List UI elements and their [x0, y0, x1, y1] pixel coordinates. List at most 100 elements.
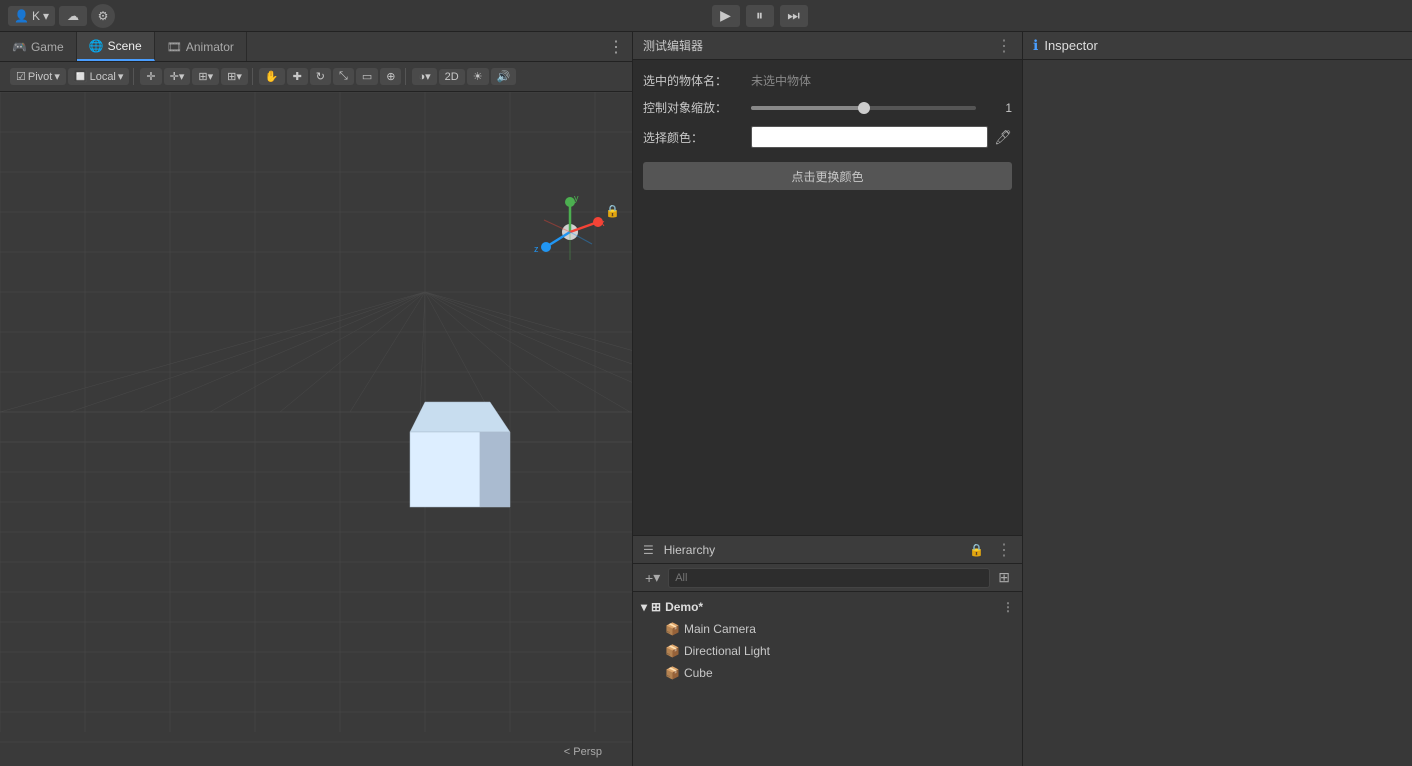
inspector-title: Inspector [1044, 38, 1097, 53]
hand-tool[interactable]: ✋ [259, 68, 285, 85]
cube-label: Cube [684, 666, 713, 680]
pivot-dropdown-icon: ▾ [54, 70, 60, 83]
cloud-button[interactable]: ☁ [59, 6, 87, 26]
universal-tool[interactable]: ⊕ [380, 68, 401, 85]
scene-gizmo[interactable]: y x z [530, 192, 610, 272]
scene-tab-label: Scene [108, 39, 142, 53]
hierarchy-item-cube[interactable]: 📦 Cube [633, 662, 1022, 684]
move-tool-dropdown[interactable]: ✛▾ [164, 68, 191, 85]
hierarchy-lock-icon[interactable]: 🔒 [969, 543, 984, 557]
step-button[interactable]: ⏭ [780, 5, 808, 27]
persp-label: < Persp [564, 746, 602, 758]
scale-slider-thumb[interactable] [858, 102, 870, 114]
hierarchy-search[interactable] [668, 568, 990, 588]
tabs-more-button[interactable]: ⋮ [600, 32, 632, 61]
scene-more-icon[interactable]: ⋮ [1002, 600, 1014, 614]
user-label: K [32, 9, 40, 23]
hierarchy-more-icon[interactable]: ⋮ [996, 540, 1012, 560]
viewport-lock-icon[interactable]: 🔒 [605, 204, 620, 218]
animator-tab-label: Animator [186, 40, 234, 54]
settings-button[interactable]: ⚙ [91, 4, 115, 28]
local-button[interactable]: 🔲 Local ▾ [68, 68, 130, 85]
hierarchy-add-button[interactable]: + ▾ [641, 567, 664, 588]
user-button[interactable]: 👤 K ▾ [8, 6, 55, 26]
scene-icon: ⊞ [651, 600, 661, 614]
svg-text:y: y [574, 193, 579, 203]
rect-transform-tool[interactable]: ▭ [356, 68, 378, 85]
inspector-header: ℹ Inspector [1023, 32, 1412, 60]
lighting-toggle[interactable]: ☀ [467, 68, 489, 85]
scale-slider-track[interactable] [751, 106, 976, 110]
add-icon: + [645, 570, 653, 586]
2d-toggle[interactable]: 2D [439, 69, 465, 85]
scale-row: 控制对象缩放： 1 [643, 99, 1012, 116]
play-button[interactable]: ▶ [712, 5, 740, 27]
tab-game[interactable]: 🎮 Game [0, 32, 77, 61]
hierarchy-toolbar: + ▾ ⊞ [633, 564, 1022, 592]
pivot-label: Pivot [28, 71, 52, 83]
inspector-panel: ℹ Inspector [1022, 32, 1412, 766]
inspector-icon: ℹ [1033, 37, 1038, 54]
svg-text:z: z [534, 244, 539, 254]
app-layout: 👤 K ▾ ☁ ⚙ ▶ ⏸ ⏭ 🎮 Game 🌐 [0, 0, 1412, 766]
move-tool-button[interactable]: ✛ [140, 68, 161, 85]
hierarchy-scene-root[interactable]: ▾ ⊞ Demo* ⋮ [633, 596, 1022, 618]
add-dropdown-icon: ▾ [653, 569, 660, 586]
pause-button[interactable]: ⏸ [746, 5, 774, 27]
scale-tool[interactable]: ⤡ [333, 68, 354, 85]
rotate-tool[interactable]: ↻ [310, 68, 331, 85]
color-label: 选择颜色： [643, 129, 743, 146]
hierarchy-content: ▾ ⊞ Demo* ⋮ 📦 Main Camera 📦 Directional … [633, 592, 1022, 766]
tab-animator[interactable]: 🎞 Animator [155, 32, 247, 61]
playback-controls: ▶ ⏸ ⏭ [712, 5, 808, 27]
hierarchy-filter-button[interactable]: ⊞ [994, 567, 1014, 588]
camera-label: Main Camera [684, 622, 756, 636]
shading-dropdown[interactable]: ◑▾ [412, 68, 436, 85]
editor-content: 选中的物体名： 未选中物体 控制对象缩放： 1 [633, 60, 1022, 535]
editor-panel: 测试编辑器 ⋮ 选中的物体名： 未选中物体 控制对象缩放： [633, 32, 1022, 536]
hierarchy-item-directional-light[interactable]: 📦 Directional Light [633, 640, 1022, 662]
3d-cube [395, 382, 525, 512]
rect-tool-button[interactable]: ⊞▾ [192, 68, 219, 85]
scene-tab-icon: 🌐 [89, 39, 104, 53]
hierarchy-header: ☰ Hierarchy 🔒 ⋮ [633, 536, 1022, 564]
user-avatar-icon: 👤 [14, 9, 29, 23]
game-tab-icon: 🎮 [12, 40, 27, 54]
color-input-row: 🖊 [751, 126, 1012, 148]
selected-object-row: 选中的物体名： 未选中物体 [643, 72, 1012, 89]
pivot-button[interactable]: ☑ Pivot ▾ [10, 68, 66, 85]
hierarchy-item-main-camera[interactable]: 📦 Main Camera [633, 618, 1022, 640]
hierarchy-icon: ☰ [643, 543, 654, 557]
scene-viewport[interactable]: y x z 🔒 < Persp [0, 92, 632, 766]
toolbar-row: ☑ Pivot ▾ 🔲 Local ▾ ✛ ✛▾ ⊞▾ ⊞▾ [0, 62, 632, 92]
pivot-group: ☑ Pivot ▾ 🔲 Local ▾ [6, 68, 134, 85]
left-main: 🎮 Game 🌐 Scene 🎞 Animator ⋮ ☑ [0, 32, 632, 766]
panels-layout: 🎮 Game 🌐 Scene 🎞 Animator ⋮ ☑ [0, 32, 1412, 766]
audio-toggle[interactable]: 🔊 [491, 68, 517, 85]
right-panels: 测试编辑器 ⋮ 选中的物体名： 未选中物体 控制对象缩放： [632, 32, 1022, 766]
cube-icon: 📦 [665, 666, 680, 680]
animator-tab-icon: 🎞 [167, 40, 182, 54]
color-swatch[interactable] [751, 126, 988, 148]
light-label: Directional Light [684, 644, 770, 658]
scale-slider-fill [751, 106, 864, 110]
local-dropdown-icon: ▾ [118, 70, 124, 83]
game-tab-label: Game [31, 40, 64, 54]
local-icon: 🔲 [74, 70, 88, 83]
selected-value: 未选中物体 [751, 72, 1012, 89]
user-dropdown-icon: ▾ [43, 9, 49, 23]
move-tool[interactable]: ✚ [287, 68, 308, 85]
tab-row: 🎮 Game 🌐 Scene 🎞 Animator ⋮ [0, 32, 632, 62]
selected-label: 选中的物体名： [643, 72, 743, 89]
light-icon: 📦 [665, 644, 680, 658]
svg-text:x: x [600, 218, 605, 228]
editor-panel-more[interactable]: ⋮ [996, 36, 1012, 56]
hierarchy-panel: ☰ Hierarchy 🔒 ⋮ + ▾ ⊞ ▾ [633, 536, 1022, 766]
tab-scene[interactable]: 🌐 Scene [77, 32, 155, 61]
top-bar-left: 👤 K ▾ ☁ ⚙ [8, 4, 115, 28]
scale-label: 控制对象缩放： [643, 99, 743, 116]
eyedropper-button[interactable]: 🖊 [994, 129, 1012, 146]
grid-tool-button[interactable]: ⊞▾ [221, 68, 248, 85]
change-color-button[interactable]: 点击更换颜色 [643, 162, 1012, 190]
pivot-checkbox-icon: ☑ [16, 70, 26, 83]
